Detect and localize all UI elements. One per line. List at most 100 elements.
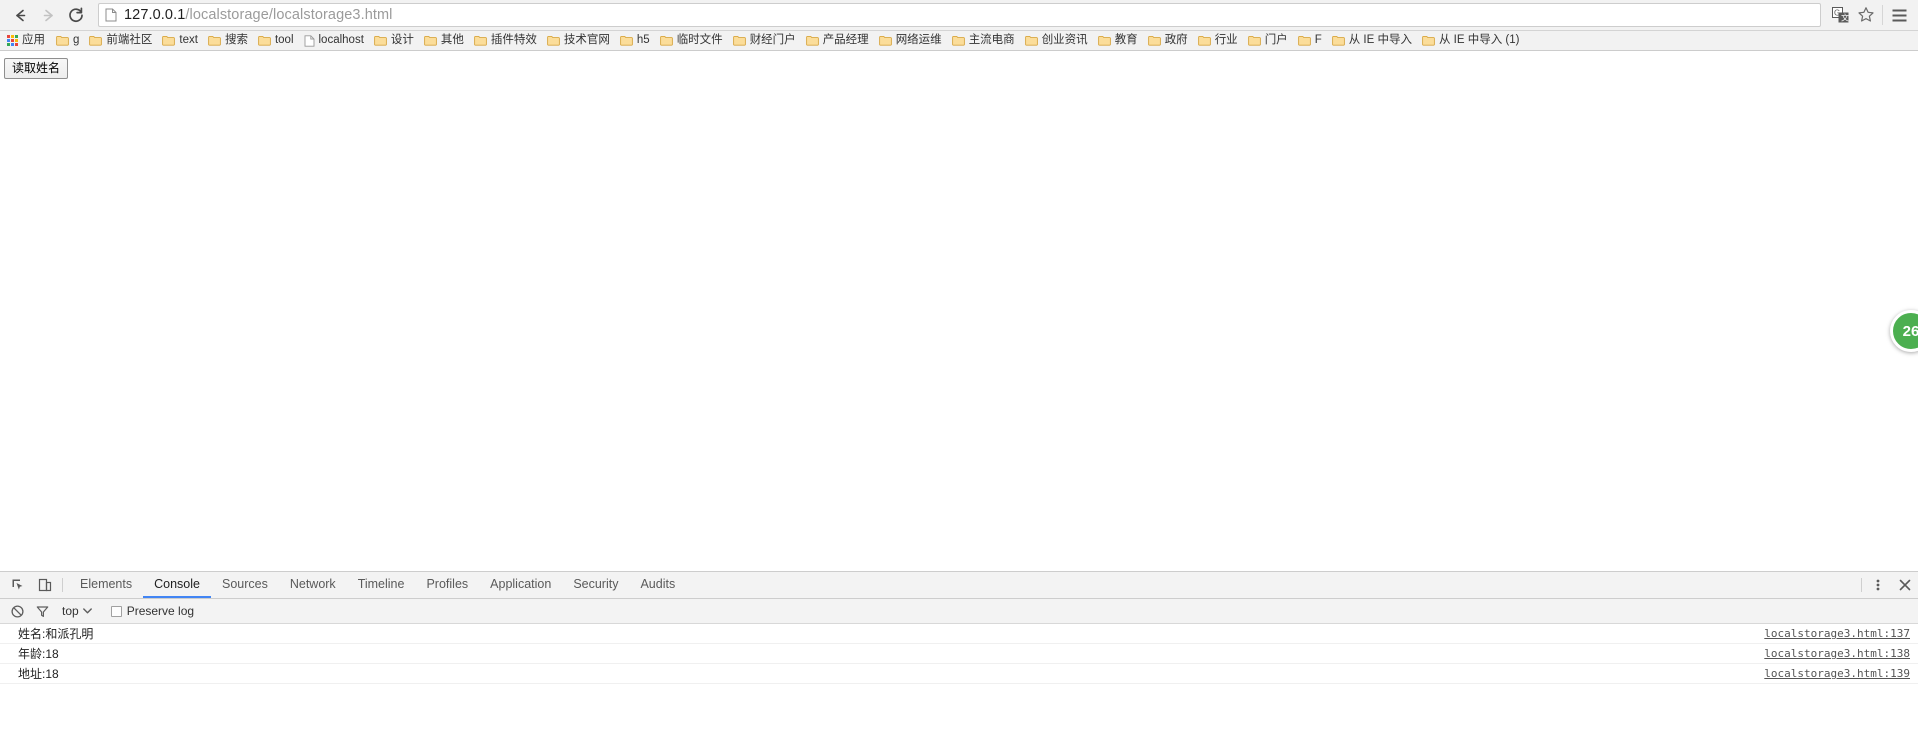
console-source-link[interactable]: localstorage3.html:137	[1764, 627, 1910, 640]
bookmark-item[interactable]: g	[51, 32, 84, 50]
devtools-tab-elements[interactable]: Elements	[69, 572, 143, 598]
bookmark-item[interactable]: 从 IE 中导入	[1327, 32, 1417, 50]
bookmark-item[interactable]: 财经门户	[728, 32, 801, 50]
bookmark-item-label: 从 IE 中导入 (1)	[1438, 33, 1520, 46]
bookmark-item[interactable]: F	[1293, 32, 1327, 50]
bookmarks-bar: 应用 g 前端社区 text 搜索 tool localhost 设计 其他 插件特效 技术官网 h…	[0, 31, 1918, 51]
bookmark-item[interactable]: 产品经理	[801, 32, 874, 50]
console-message-list: 姓名:和派孔明 localstorage3.html:137 年龄:18 locals…	[0, 624, 1918, 738]
back-button[interactable]	[6, 1, 34, 29]
devtools-tab-profiles[interactable]: Profiles	[415, 572, 479, 598]
bookmark-item-label: tool	[274, 33, 294, 46]
browser-chrome: 127.0.0.1/localstorage/localstorage3.htm…	[0, 0, 1918, 51]
bookmark-item[interactable]: 政府	[1143, 32, 1193, 50]
bookmark-item[interactable]: 网络运维	[874, 32, 947, 50]
preserve-log-toggle[interactable]: Preserve log	[110, 604, 194, 618]
chrome-menu-icon[interactable]	[1886, 2, 1912, 28]
bookmark-item[interactable]: 其他	[419, 32, 469, 50]
folder-icon	[424, 35, 437, 46]
folder-icon	[1331, 35, 1345, 46]
bookmark-item[interactable]: 创业资讯	[1020, 32, 1093, 50]
bookmark-item-label: 产品经理	[822, 33, 869, 46]
bookmark-item[interactable]: text	[157, 32, 203, 50]
console-filter-bar: top Preserve log	[0, 599, 1918, 624]
console-message-row: 姓名:和派孔明 localstorage3.html:137	[0, 624, 1918, 644]
devtools-tab-console[interactable]: Console	[143, 572, 211, 598]
forward-button[interactable]	[34, 1, 62, 29]
bookmark-item-label: 技术官网	[563, 33, 610, 46]
preserve-log-checkbox[interactable]	[110, 605, 122, 617]
bookmark-item[interactable]: 搜索	[203, 32, 253, 50]
folder-icon	[1147, 35, 1161, 46]
bookmark-item-label: 网络运维	[895, 33, 942, 46]
bookmark-item-label: 从 IE 中导入	[1348, 33, 1412, 46]
bookmark-item[interactable]: 插件特效	[469, 32, 542, 50]
bookmark-item-label: 财经门户	[749, 33, 796, 46]
bookmark-item-label: 创业资讯	[1041, 33, 1088, 46]
clear-console-icon[interactable]	[6, 600, 28, 622]
bookmark-item-label: 插件特效	[490, 33, 537, 46]
devtools-tab-security[interactable]: Security	[562, 572, 629, 598]
bookmark-item-label: 搜索	[224, 33, 248, 46]
bookmark-item[interactable]: localhost	[299, 32, 369, 50]
console-message-row: 地址:18 localstorage3.html:139	[0, 664, 1918, 684]
bookmark-item[interactable]: h5	[615, 32, 655, 50]
folder-icon	[805, 35, 819, 46]
bookmark-item[interactable]: 行业	[1193, 32, 1243, 50]
reload-button[interactable]	[62, 1, 90, 29]
bookmark-item-label: 临时文件	[676, 33, 723, 46]
bookmark-item[interactable]: 教育	[1093, 32, 1143, 50]
floating-counter-badge[interactable]: 26	[1890, 310, 1918, 352]
console-message-text: 年龄:18	[18, 647, 59, 661]
devtools-right-controls	[1859, 572, 1918, 598]
folder-icon	[208, 35, 221, 46]
bookmark-item[interactable]: tool	[253, 32, 299, 50]
folder-icon	[1247, 35, 1261, 46]
devtools-tab-network[interactable]: Network	[279, 572, 347, 598]
page-document-icon	[105, 8, 117, 22]
svg-text:文: 文	[1841, 13, 1849, 23]
toolbar-divider	[1882, 5, 1883, 25]
console-message-row: 年龄:18 localstorage3.html:138	[0, 644, 1918, 664]
read-name-button[interactable]: 读取姓名	[4, 58, 69, 80]
devtools-tab-audits[interactable]: Audits	[629, 572, 686, 598]
url-host: 127.0.0.1	[124, 7, 186, 23]
bookmark-item[interactable]: 设计	[369, 32, 419, 50]
close-devtools-icon[interactable]	[1891, 572, 1918, 598]
bookmark-apps[interactable]: 应用	[3, 32, 51, 50]
bookmark-item-label: 教育	[1114, 33, 1138, 46]
folder-icon	[374, 35, 387, 46]
bookmark-item[interactable]: 从 IE 中导入 (1)	[1417, 32, 1525, 50]
console-source-link[interactable]: localstorage3.html:139	[1764, 667, 1910, 680]
folder-icon	[620, 35, 633, 46]
address-bar[interactable]: 127.0.0.1/localstorage/localstorage3.htm…	[98, 3, 1821, 27]
bookmark-item[interactable]: 主流电商	[947, 32, 1020, 50]
console-context-label: top	[62, 604, 79, 618]
device-toolbar-icon[interactable]	[31, 572, 58, 598]
folder-icon	[878, 35, 892, 46]
folder-icon	[732, 35, 746, 46]
address-bar-url: 127.0.0.1/localstorage/localstorage3.htm…	[124, 7, 393, 23]
folder-icon	[1297, 35, 1311, 46]
bookmark-star-icon[interactable]	[1853, 2, 1879, 28]
filter-icon[interactable]	[31, 600, 53, 622]
bookmark-item[interactable]: 临时文件	[655, 32, 728, 50]
more-options-icon[interactable]	[1864, 572, 1891, 598]
bookmark-item-label: 行业	[1214, 33, 1238, 46]
console-context-selector[interactable]: top	[58, 604, 96, 618]
inspect-element-icon[interactable]	[4, 572, 31, 598]
folder-icon	[258, 35, 271, 46]
folder-icon	[1024, 35, 1038, 46]
console-message-text: 地址:18	[18, 667, 59, 681]
translate-icon[interactable]: G 文	[1827, 2, 1853, 28]
devtools-panel: Elements Console Sources Network Timeline Pro…	[0, 571, 1918, 738]
console-message-text: 姓名:和派孔明	[18, 627, 94, 641]
bookmark-item[interactable]: 技术官网	[542, 32, 615, 50]
bookmark-item[interactable]: 前端社区	[84, 32, 157, 50]
devtools-tab-application[interactable]: Application	[479, 572, 562, 598]
devtools-tab-sources[interactable]: Sources	[211, 572, 279, 598]
bookmark-item[interactable]: 门户	[1243, 32, 1293, 50]
console-source-link[interactable]: localstorage3.html:138	[1764, 647, 1910, 660]
devtools-tab-timeline[interactable]: Timeline	[347, 572, 416, 598]
folder-icon	[1197, 35, 1211, 46]
